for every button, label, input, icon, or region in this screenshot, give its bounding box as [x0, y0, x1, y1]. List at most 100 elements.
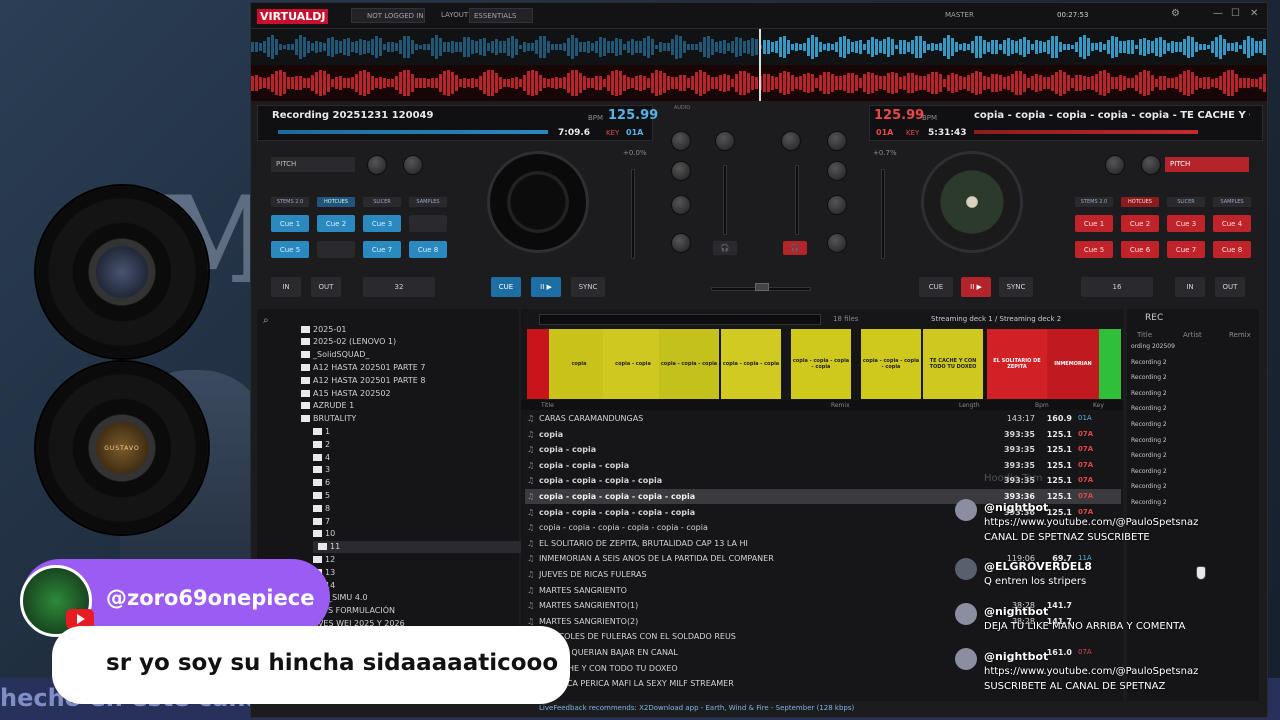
cover-art[interactable]: copia - copia - copia [721, 329, 781, 399]
deck-1-pad-4[interactable] [409, 215, 447, 232]
deck-2-tab-slicer[interactable]: SLICER [1167, 197, 1205, 207]
mixer-mid-right-knob[interactable] [827, 161, 847, 181]
cover-art[interactable]: EL SOLITARIO DE ZEPITA [987, 329, 1047, 399]
deck-1-progress-bar[interactable] [278, 130, 548, 134]
folder-item[interactable]: A12 HASTA 202501 PARTE 7 [301, 361, 425, 373]
folder-item[interactable]: BRUTALITY [301, 413, 356, 425]
cover-art[interactable]: TE CACHE Y CON TODO TU DOXEO [923, 329, 983, 399]
deck-1-pitch-fader[interactable] [631, 169, 635, 259]
deck-2-pad-7[interactable]: Cue 7 [1167, 241, 1205, 258]
cover-art[interactable]: copia - copia [603, 329, 663, 399]
deck-2-tab-hotcues[interactable]: HOTCUES [1121, 197, 1159, 207]
track-row[interactable]: ♫ copia 393:35 125.1 07A [525, 427, 1121, 442]
deck-2-pad-5[interactable]: Cue 5 [1075, 241, 1113, 258]
rec-item[interactable]: Recording 2 [1131, 405, 1167, 412]
livefeedback[interactable]: LiveFeedback recommends: X2Download app … [539, 704, 854, 712]
close-icon[interactable]: ✕ [1250, 8, 1258, 19]
deck-2-progress-bar[interactable] [974, 130, 1198, 134]
headphone-left-button[interactable]: 🎧 [713, 241, 737, 255]
deck-1-pad-6[interactable] [317, 241, 355, 258]
col-length[interactable]: Length [959, 402, 980, 409]
deck-2-cue-button[interactable]: CUE [919, 277, 953, 297]
deck-1-pad-5[interactable]: Cue 5 [271, 241, 309, 258]
minimize-icon[interactable]: — [1213, 8, 1223, 19]
rec-item[interactable]: ording 202509 [1131, 343, 1175, 350]
deck-2-pad-3[interactable]: Cue 3 [1167, 215, 1205, 232]
deck-2-play-button[interactable]: II ▶ [961, 277, 991, 297]
cover-art[interactable]: copia - copia - copia - copia [791, 329, 851, 399]
track-row[interactable]: ♫ copia - copia 393:35 125.1 07A [525, 442, 1121, 457]
deck-2-tab-samples[interactable]: SAMPLES [1213, 197, 1251, 207]
folder-item[interactable]: 4 [313, 451, 330, 463]
folder-item[interactable]: 12 [313, 553, 335, 565]
deck-1-pad-1[interactable]: Cue 1 [271, 215, 309, 232]
deck-2-fx-knob-2[interactable] [1141, 155, 1161, 175]
rec-item[interactable]: Recording 2 [1131, 359, 1167, 366]
folder-item[interactable]: 3 [313, 464, 330, 476]
deck-1-out-button[interactable]: OUT [311, 277, 341, 297]
maximize-icon[interactable]: ☐ [1231, 8, 1240, 19]
folder-item[interactable]: _SolidSQUAD_ [301, 349, 369, 361]
folder-item[interactable]: 10 [313, 528, 335, 540]
folder-item[interactable]: AZRUDE 1 [301, 400, 354, 412]
mixer-volume-left[interactable] [723, 165, 727, 235]
deck-2-sync-button[interactable]: SYNC [999, 277, 1033, 297]
cover-art[interactable]: INMEMORIAN [1047, 329, 1099, 399]
search-input[interactable] [539, 314, 821, 325]
rec-item[interactable]: Recording 2 [1131, 468, 1167, 475]
mixer-filter-left-knob[interactable] [671, 233, 691, 253]
login-button[interactable]: NOT LOGGED IN [351, 8, 425, 23]
track-row[interactable]: ♫ CARAS CARAMANDUNGAS 143:17 160.9 01A [525, 411, 1121, 426]
rec-item[interactable]: Recording 2 [1131, 421, 1167, 428]
deck-2-fx-knob[interactable] [1105, 155, 1125, 175]
folder-item[interactable]: 7 [313, 515, 330, 527]
deck-2-pad-6[interactable]: Cue 6 [1121, 241, 1159, 258]
rec-item[interactable]: Recording 2 [1131, 390, 1167, 397]
cover-art[interactable]: copia [549, 329, 609, 399]
deck-1-sync-button[interactable]: SYNC [571, 277, 605, 297]
rec-item[interactable]: Recording 2 [1131, 437, 1167, 444]
folder-item[interactable]: 1 [313, 425, 330, 437]
rec-item[interactable]: Recording 2 [1131, 452, 1167, 459]
mixer-gain-right-knob[interactable] [781, 131, 801, 151]
deck-2-jogwheel[interactable] [921, 151, 1023, 253]
deck-1-fx-select[interactable]: PITCH [271, 157, 355, 172]
deck-2-out-button[interactable]: OUT [1215, 277, 1245, 297]
deck-2-loop-size[interactable]: 16 [1081, 277, 1153, 297]
deck-1-tab-samples[interactable]: SAMPLES [409, 197, 447, 207]
deck-2-pad-8[interactable]: Cue 8 [1213, 241, 1251, 258]
layout-select[interactable]: ESSENTIALS [469, 8, 533, 23]
deck-1-in-button[interactable]: IN [271, 277, 301, 297]
folder-item[interactable]: 11 [313, 540, 523, 553]
headphone-right-button[interactable]: 🎧 [783, 241, 807, 255]
cover-art-green[interactable] [1099, 329, 1121, 399]
deck-2-in-button[interactable]: IN [1175, 277, 1205, 297]
rec-item[interactable]: Recording 2 [1131, 374, 1167, 381]
col-bpm[interactable]: Bpm [1035, 402, 1049, 409]
deck-1-fx-knob-2[interactable] [403, 155, 423, 175]
deck-1-pad-8[interactable]: Cue 8 [409, 241, 447, 258]
deck-1-play-button[interactable]: II ▶ [531, 277, 561, 297]
folder-item[interactable]: 5 [313, 489, 330, 501]
mixer-low-right-knob[interactable] [827, 195, 847, 215]
deck-1-cue-button[interactable]: CUE [491, 277, 521, 297]
deck-1-loop-size[interactable]: 32 [363, 277, 435, 297]
cover-art[interactable]: copia - copia - copia [659, 329, 719, 399]
deck-2-pad-4[interactable]: Cue 4 [1213, 215, 1251, 232]
col-title[interactable]: Title [541, 402, 554, 409]
deck-1-pad-2[interactable]: Cue 2 [317, 215, 355, 232]
mixer-high-right-knob[interactable] [827, 131, 847, 151]
crossfader-cap[interactable] [755, 283, 769, 291]
mixer-low-left-knob[interactable] [671, 195, 691, 215]
mixer-volume-right[interactable] [795, 165, 799, 235]
deck-2-fx-select[interactable]: PITCH [1165, 157, 1249, 172]
cover-art[interactable]: copia - copia - copia - copia [861, 329, 921, 399]
deck-2-pad-2[interactable]: Cue 2 [1121, 215, 1159, 232]
settings-icon[interactable]: ⚙ [1171, 8, 1180, 19]
deck-1-fx-knob[interactable] [367, 155, 387, 175]
folder-item[interactable]: 2025-02 (LENOVO 1) [301, 336, 396, 348]
deck-2-pitch-fader[interactable] [881, 169, 885, 259]
deck-1-jogwheel[interactable] [487, 151, 589, 253]
folder-item[interactable]: 6 [313, 477, 330, 489]
col-key[interactable]: Key [1093, 402, 1104, 409]
